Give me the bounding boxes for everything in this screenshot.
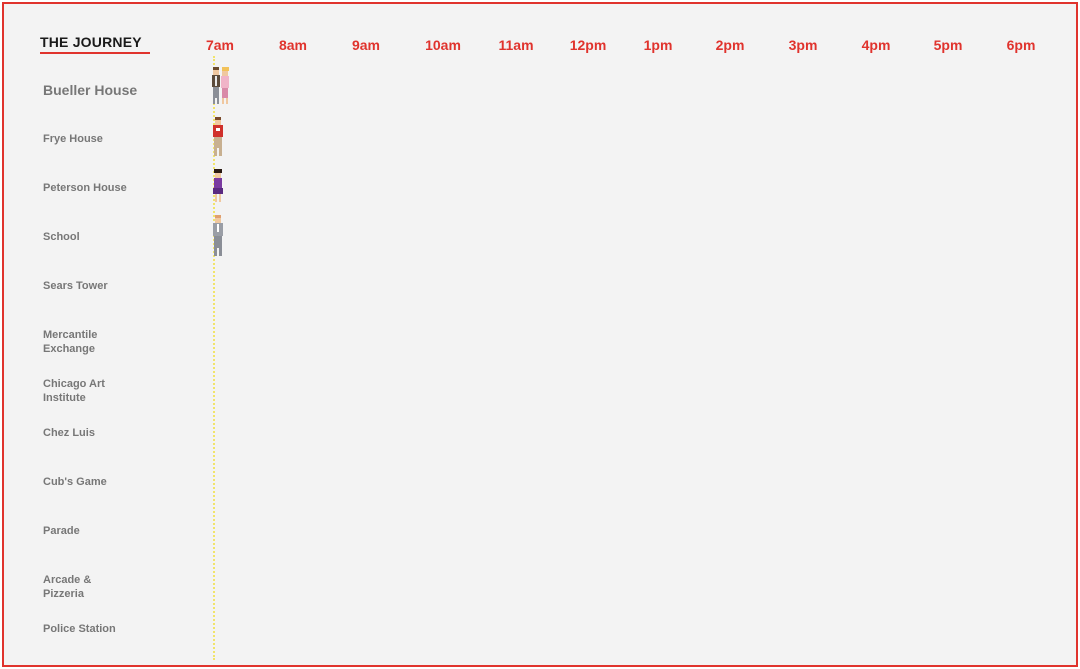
hour-label: 10am bbox=[425, 37, 461, 53]
place-label: Frye House bbox=[43, 133, 103, 145]
place-chicago-art-institute: Chicago Art Institute bbox=[43, 377, 153, 405]
place-school: School bbox=[43, 230, 153, 244]
place-label: Peterson House bbox=[43, 182, 127, 194]
pixel-character-red-shirt-icon[interactable] bbox=[211, 116, 225, 158]
place-arcade-pizzeria: Arcade & Pizzeria bbox=[43, 573, 153, 601]
hour-label: 11am bbox=[498, 37, 534, 53]
place-cubs-game: Cub's Game bbox=[43, 475, 153, 489]
journey-board bbox=[2, 2, 1078, 667]
hour-label: 1pm bbox=[643, 37, 673, 53]
hour-label: 8am bbox=[278, 37, 308, 53]
place-label: School bbox=[43, 231, 80, 243]
place-parade: Parade bbox=[43, 524, 153, 538]
pixel-character-pair-icon[interactable] bbox=[210, 66, 232, 106]
place-sears-tower: Sears Tower bbox=[43, 279, 153, 293]
place-label-line2: Pizzeria bbox=[43, 588, 84, 600]
title-underline bbox=[40, 52, 150, 54]
page-title: THE JOURNEY bbox=[40, 34, 142, 50]
place-mercantile-exchange: Mercantile Exchange bbox=[43, 328, 153, 356]
place-label: Arcade & bbox=[43, 574, 92, 586]
place-chez-luis: Chez Luis bbox=[43, 426, 153, 440]
place-label: Police Station bbox=[43, 623, 116, 635]
place-label: Chez Luis bbox=[43, 427, 95, 439]
place-police-station: Police Station bbox=[43, 622, 153, 636]
hour-label: 7am bbox=[205, 37, 235, 53]
place-label: Mercantile bbox=[43, 329, 98, 341]
pixel-character-purple-dress-icon[interactable] bbox=[211, 168, 225, 204]
place-label: Chicago Art bbox=[43, 378, 105, 390]
pixel-character-grey-suit-icon[interactable] bbox=[211, 214, 225, 258]
place-label: Sears Tower bbox=[43, 280, 108, 292]
place-peterson-house: Peterson House bbox=[43, 181, 153, 195]
hour-label: 9am bbox=[351, 37, 381, 53]
place-label: Parade bbox=[43, 525, 80, 537]
place-label-line2: Exchange bbox=[43, 343, 95, 355]
hour-label: 5pm bbox=[933, 37, 963, 53]
place-frye-house: Frye House bbox=[43, 132, 153, 146]
hour-label: 6pm bbox=[1006, 37, 1036, 53]
hour-label: 2pm bbox=[715, 37, 745, 53]
place-label: Bueller House bbox=[43, 82, 138, 98]
place-label-line2: Institute bbox=[43, 392, 86, 404]
hour-label: 3pm bbox=[788, 37, 818, 53]
hour-label: 4pm bbox=[861, 37, 891, 53]
place-bueller-house: Bueller House bbox=[43, 82, 153, 98]
hour-label: 12pm bbox=[569, 37, 607, 53]
place-label: Cub's Game bbox=[43, 476, 107, 488]
